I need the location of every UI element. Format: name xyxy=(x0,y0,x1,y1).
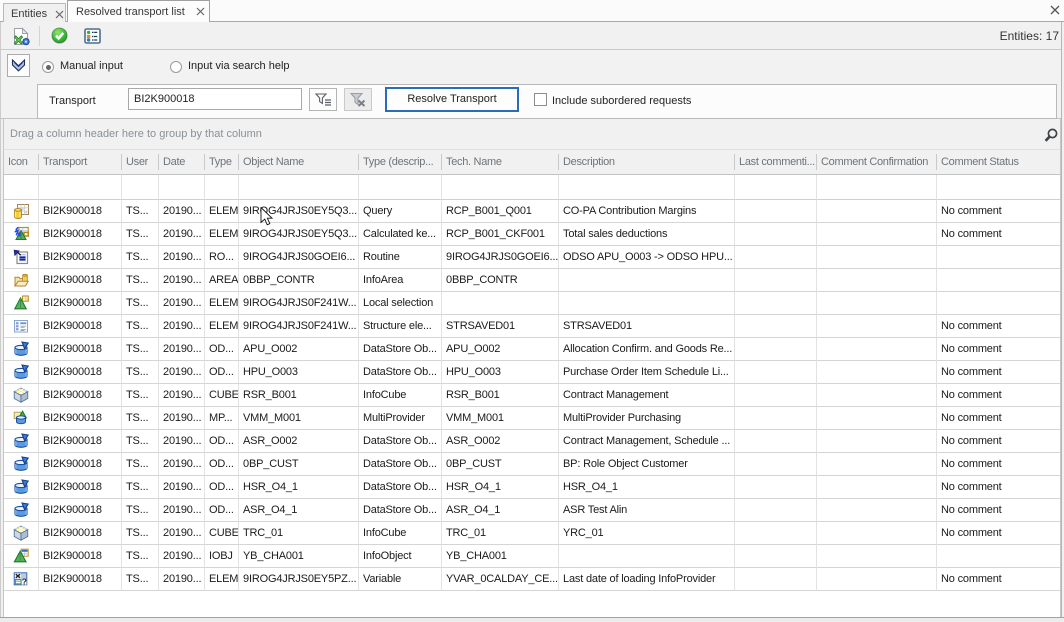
svg-text:?: ? xyxy=(22,577,27,587)
